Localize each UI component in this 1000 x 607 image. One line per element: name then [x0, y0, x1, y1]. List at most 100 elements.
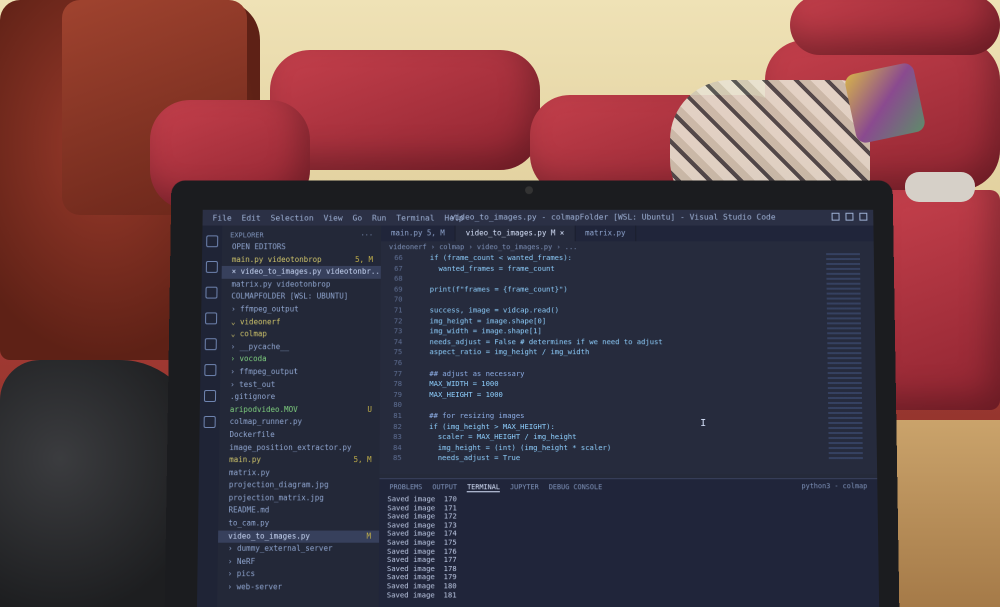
- code-text: MAX_WIDTH = 1000: [412, 379, 499, 389]
- tab-terminal[interactable]: TERMINAL: [467, 482, 500, 492]
- code-line[interactable]: 71 success, image = vidcap.read(): [381, 305, 799, 315]
- code-line[interactable]: 70: [381, 295, 799, 305]
- testing-icon[interactable]: [203, 390, 217, 402]
- file-tree-label: Dockerfile: [229, 429, 275, 439]
- explorer-title: EXPLORER: [230, 231, 264, 240]
- file-tree-item[interactable]: main.py videotonbrop 5, M: [222, 254, 381, 266]
- menu-file[interactable]: File: [212, 213, 231, 222]
- file-tree-label: › dummy_external_server: [227, 543, 333, 554]
- code-lines[interactable]: 66 if (frame_count < wanted_frames): 67 w…: [380, 253, 801, 464]
- file-tree-item[interactable]: projection_diagram.jpg: [219, 479, 380, 492]
- code-line[interactable]: 76: [380, 358, 799, 369]
- menu-view[interactable]: View: [324, 213, 343, 222]
- source-control-icon[interactable]: [205, 286, 218, 299]
- code-line[interactable]: 77 ## adjust as necessary: [380, 369, 800, 380]
- file-tree-item[interactable]: › ffmpeg_output: [220, 366, 380, 379]
- run-debug-icon[interactable]: [205, 312, 218, 325]
- tab-video-to-images-py[interactable]: video_to_images.py M ×: [455, 225, 576, 242]
- file-tree-item[interactable]: image_position_extractor.py: [219, 442, 379, 455]
- database-icon[interactable]: [203, 415, 216, 428]
- code-line[interactable]: 74 needs_adjust = False # determines if …: [380, 337, 799, 348]
- tab-main-py[interactable]: main.py 5, M: [381, 225, 456, 242]
- file-tree-label: README.md: [228, 505, 270, 515]
- menu-terminal[interactable]: Terminal: [396, 213, 434, 222]
- section-header[interactable]: COLMAPFOLDER [WSL: UBUNTU]: [221, 291, 380, 303]
- code-text: img_width = image.shape[1]: [412, 326, 542, 336]
- file-tree-item[interactable]: × video_to_images.py videotonbr...M: [221, 266, 381, 279]
- file-tree-item[interactable]: ⌄ videonerf: [221, 316, 381, 328]
- file-tree-item[interactable]: › NeRF: [218, 556, 379, 569]
- code-line[interactable]: 84 img_height = (int) (img_height * scal…: [380, 443, 801, 454]
- file-tree-item[interactable]: colmap_runner.py: [220, 416, 380, 429]
- code-line[interactable]: 67 wanted_frames = frame_count: [381, 264, 799, 274]
- line-number: 71: [393, 305, 403, 315]
- line-number: 81: [393, 410, 402, 420]
- file-tree-item[interactable]: › web-server: [217, 581, 378, 594]
- file-tree-item[interactable]: › ffmpeg_output: [221, 303, 381, 315]
- file-tree-label: matrix.py: [228, 467, 270, 477]
- extensions-icon[interactable]: [204, 338, 217, 351]
- file-tree-item[interactable]: to_cam.py: [218, 518, 379, 531]
- code-line[interactable]: 79 MAX_HEIGHT = 1000: [380, 390, 800, 401]
- tab-problems[interactable]: PROBLEMS: [389, 483, 422, 491]
- menu-go[interactable]: Go: [353, 213, 363, 222]
- terminal-panel: PROBLEMS OUTPUT TERMINAL JUPYTER DEBUG C…: [378, 478, 880, 607]
- menu-edit[interactable]: Edit: [242, 213, 261, 222]
- file-tree-item[interactable]: aripodvideo.MOV U: [220, 404, 380, 417]
- tab-matrix-py[interactable]: matrix.py: [575, 225, 637, 242]
- file-tree-item[interactable]: › test_out: [220, 379, 380, 392]
- code-line[interactable]: 66 if (frame_count < wanted_frames):: [381, 253, 799, 263]
- close-icon[interactable]: [859, 212, 868, 221]
- tab-debug-console[interactable]: DEBUG CONSOLE: [549, 483, 602, 491]
- menu-selection[interactable]: Selection: [271, 213, 314, 222]
- code-line[interactable]: 81 ## for resizing images: [380, 411, 800, 422]
- file-tree-item[interactable]: matrix.py videotonbrop: [221, 279, 380, 291]
- file-tree-item[interactable]: › pics: [218, 568, 379, 581]
- file-tree-item[interactable]: › __pycache__: [221, 341, 381, 354]
- code-text: success, image = vidcap.read(): [412, 305, 560, 315]
- section-header[interactable]: OPEN EDITORS: [222, 241, 381, 253]
- maximize-icon[interactable]: [845, 212, 854, 221]
- minimize-icon[interactable]: [831, 212, 840, 221]
- file-tree-item[interactable]: Dockerfile: [219, 429, 379, 442]
- menu-run[interactable]: Run: [372, 213, 386, 222]
- code-line[interactable]: 78 MAX_WIDTH = 1000: [380, 379, 800, 390]
- file-tree-item[interactable]: README.md: [218, 505, 379, 518]
- file-tree-label: OPEN EDITORS: [231, 242, 286, 252]
- more-actions-icon[interactable]: ···: [361, 231, 374, 239]
- tab-jupyter[interactable]: JUPYTER: [510, 483, 539, 491]
- code-line[interactable]: 83 scaler = MAX_HEIGHT / img_height: [380, 432, 801, 443]
- code-line[interactable]: 72 img_height = image.shape[0]: [380, 316, 799, 327]
- minimap[interactable]: [826, 253, 863, 463]
- file-tree-item[interactable]: › vocoda: [220, 353, 380, 366]
- search-icon[interactable]: [205, 261, 218, 273]
- explorer-sidebar: EXPLORER ··· OPEN EDITORS main.py videoton…: [216, 225, 382, 607]
- code-line[interactable]: 80: [380, 400, 800, 411]
- file-tree-item[interactable]: .gitignore: [220, 391, 380, 404]
- file-tree-item[interactable]: matrix.py: [219, 467, 380, 480]
- terminal-output[interactable]: Saved image 170 Saved image 171 Saved imag…: [379, 494, 879, 599]
- file-tree-item[interactable]: ⌄ colmap: [221, 328, 381, 341]
- code-text: ## adjust as necessary: [412, 368, 525, 378]
- file-tree-item[interactable]: projection_matrix.jpg: [219, 492, 380, 505]
- code-text: img_height = image.shape[0]: [412, 315, 547, 325]
- code-line[interactable]: 82 if (img_height > MAX_HEIGHT):: [380, 421, 801, 432]
- file-tree-item[interactable]: main.py 5, M: [219, 454, 380, 467]
- code-line[interactable]: 85 needs_adjust = True: [380, 453, 801, 464]
- code-line[interactable]: 73 img_width = image.shape[1]: [380, 326, 799, 337]
- tab-output[interactable]: OUTPUT: [432, 483, 457, 491]
- file-tree-item[interactable]: video_to_images.py M: [218, 530, 380, 543]
- sofa-cushion: [270, 50, 540, 170]
- remote-explorer-icon[interactable]: [204, 364, 217, 377]
- explorer-icon[interactable]: [206, 235, 219, 248]
- terminal-selector[interactable]: python3 - colmap: [802, 482, 868, 490]
- file-tree-label: COLMAPFOLDER [WSL: UBUNTU]: [231, 292, 349, 301]
- code-line[interactable]: 69 print(f"frames = {frame_count}"): [381, 285, 799, 295]
- code-line[interactable]: 75 aspect_ratio = img_height / img_width: [380, 348, 799, 359]
- vscode-window: File Edit Selection View Go Run Terminal…: [196, 209, 880, 607]
- file-tree-label: × video_to_images.py videotonbr...: [231, 267, 381, 277]
- line-number: 79: [393, 389, 403, 399]
- file-tree-item[interactable]: › dummy_external_server: [218, 543, 379, 556]
- code-line[interactable]: 68: [381, 274, 799, 284]
- breadcrumb[interactable]: videonerf › colmap › video_to_images.py …: [381, 241, 874, 253]
